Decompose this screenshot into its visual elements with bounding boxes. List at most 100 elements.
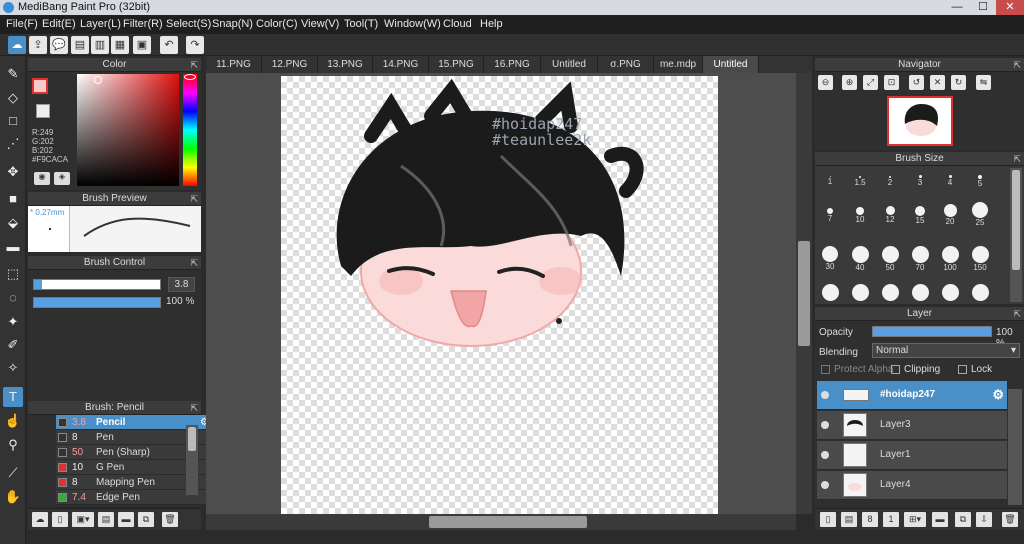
eye-icon[interactable] — [821, 451, 829, 459]
frame-icon[interactable]: ▣ — [133, 36, 151, 54]
brush-size-15[interactable]: 15 — [905, 206, 935, 226]
tab-15-png[interactable]: 15.PNG — [429, 56, 484, 73]
brush-size-150[interactable]: 150 — [965, 246, 995, 272]
flip-icon[interactable]: ⇋ — [976, 75, 991, 90]
select-rect-icon[interactable]: ⬚ — [3, 264, 23, 284]
brush-size-10[interactable]: 10 — [845, 206, 875, 226]
new-layer-icon[interactable]: ▯ — [820, 512, 836, 527]
duplicate-icon[interactable]: ⧉ — [138, 512, 154, 527]
bucket-tool-icon[interactable]: ⬙ — [3, 213, 23, 233]
add-layer-dropdown-icon[interactable]: ⊞▾ — [904, 512, 926, 527]
drawing-canvas[interactable]: #hoidap247 #teaunlee2k — [281, 76, 718, 516]
vertical-scrollbar[interactable] — [796, 73, 812, 514]
menu-edit[interactable]: Edit(E) — [42, 18, 76, 30]
pin-icon[interactable]: ⇱ — [1013, 307, 1021, 321]
gradient-tool-icon[interactable]: ▬ — [3, 237, 23, 257]
horizontal-scrollbar[interactable] — [206, 514, 796, 530]
minimize-button[interactable]: — — [944, 0, 970, 15]
rectangle-tool-icon[interactable]: □ — [3, 111, 23, 131]
blending-select[interactable]: Normal ▾ — [872, 343, 1020, 358]
eyedropper-tool-icon[interactable]: ⚲ — [3, 435, 23, 455]
cloud-brush-icon[interactable]: ☁ — [32, 512, 48, 527]
hand-tool-icon[interactable]: ✋ — [3, 487, 23, 507]
brush-size-extra-1[interactable] — [815, 284, 845, 304]
brush-size-scrollbar[interactable] — [1010, 168, 1022, 302]
redo-icon[interactable]: ↷ — [186, 36, 204, 54]
fit-window-icon[interactable]: ⤢ — [863, 75, 878, 90]
vertical-scroll-thumb[interactable] — [798, 241, 810, 346]
brush-size-1[interactable]: 1 — [815, 170, 845, 190]
menu-help[interactable]: Help — [480, 18, 503, 30]
comic-icon[interactable]: ▤ — [71, 36, 89, 54]
tab-11-png[interactable]: 11.PNG — [206, 56, 262, 73]
actual-size-icon[interactable]: ⊡ — [884, 75, 899, 90]
dot-brush-icon[interactable]: ⋰ — [3, 134, 23, 154]
menu-window[interactable]: Window(W) — [384, 18, 441, 30]
brush-size-extra-6[interactable] — [965, 284, 995, 304]
select-pen-icon[interactable]: ✐ — [3, 335, 23, 355]
brush-size-4[interactable]: 4 — [935, 170, 965, 190]
brush-size-2[interactable]: 2 — [875, 170, 905, 190]
rotate-right-icon[interactable]: ↻ — [951, 75, 966, 90]
menu-snap[interactable]: Snap(N) — [212, 18, 253, 30]
pin-icon[interactable]: ⇱ — [1013, 152, 1021, 166]
menu-color[interactable]: Color(C) — [256, 18, 298, 30]
zoom-in-icon[interactable]: ⊕ — [842, 75, 857, 90]
brush-size-extra-5[interactable] — [935, 284, 965, 304]
folder-icon[interactable]: ▬ — [118, 512, 134, 527]
operation-tool-icon[interactable]: ☝ — [3, 411, 23, 431]
pin-icon[interactable]: ⇱ — [190, 58, 198, 72]
fill-rect-icon[interactable]: ■ — [3, 189, 23, 209]
pin-icon[interactable]: ⇱ — [190, 256, 198, 270]
page-icon[interactable]: ▥ — [91, 36, 109, 54]
tab-untitled-1[interactable]: Untitled — [541, 56, 598, 73]
tab-16-png[interactable]: 16.PNG — [484, 56, 541, 73]
zoom-out-icon[interactable]: ⊖ — [818, 75, 833, 90]
merge-down-icon[interactable]: ⇩ — [976, 512, 992, 527]
brush-size-slider[interactable] — [33, 279, 161, 290]
layer-row-layer1[interactable]: Layer1 — [817, 441, 1007, 470]
gear-icon[interactable]: ⚙ — [992, 387, 1004, 403]
primary-color-swatch[interactable] — [32, 78, 48, 94]
comment-icon[interactable]: 💬 — [50, 36, 68, 54]
layer-row-layer3[interactable]: Layer3 — [817, 411, 1007, 440]
menu-layer[interactable]: Layer(L) — [80, 18, 121, 30]
lasso-tool-icon[interactable]: ◌ — [3, 288, 23, 308]
trash-icon[interactable]: 🗑 — [1002, 512, 1018, 527]
duplicate-layer-icon[interactable]: ⧉ — [955, 512, 971, 527]
brush-size-extra-4[interactable] — [905, 284, 935, 304]
color-mix-icon[interactable]: ◈ — [54, 172, 70, 185]
new-halftone-layer-icon[interactable]: ▤ — [841, 512, 857, 527]
saturation-value-picker[interactable] — [77, 74, 179, 186]
brush-size-12[interactable]: 12 — [875, 206, 905, 226]
hue-slider[interactable] — [183, 74, 197, 186]
brush-size-extra-2[interactable] — [845, 284, 875, 304]
new-8bit-layer-icon[interactable]: 8 — [862, 512, 878, 527]
pin-icon[interactable]: ⇱ — [190, 192, 198, 206]
tab-13-png[interactable]: 13.PNG — [318, 56, 373, 73]
brush-size-extra-3[interactable] — [875, 284, 905, 304]
brush-size-25[interactable]: 25 — [965, 202, 995, 227]
lock-checkbox[interactable] — [958, 365, 967, 374]
brush-size-20[interactable]: 20 — [935, 204, 965, 226]
color-picker-handle[interactable] — [94, 76, 102, 84]
brush-size-30[interactable]: 30 — [815, 246, 845, 271]
new-1bit-layer-icon[interactable]: 1 — [883, 512, 899, 527]
layer-opacity-slider[interactable] — [872, 326, 992, 337]
brush-size-7[interactable]: 7 — [815, 206, 845, 226]
tab-12-png[interactable]: 12.PNG — [262, 56, 318, 73]
brush-size-3[interactable]: 3 — [905, 170, 935, 190]
menu-select[interactable]: Select(S) — [166, 18, 211, 30]
maximize-button[interactable]: ☐ — [970, 0, 996, 15]
divide-tool-icon[interactable]: ⟋ — [3, 463, 23, 483]
tab-me-mdp[interactable]: me.mdp — [654, 56, 703, 73]
layer-folder-icon[interactable]: ▬ — [932, 512, 948, 527]
tab-14-png[interactable]: 14.PNG — [373, 56, 429, 73]
brush-size-50[interactable]: 50 — [875, 246, 905, 272]
move-tool-icon[interactable]: ✥ — [3, 162, 23, 182]
grid-icon[interactable]: ▦ — [111, 36, 129, 54]
scroll-thumb[interactable] — [1012, 170, 1020, 270]
brush-size-40[interactable]: 40 — [845, 246, 875, 272]
layer-scrollbar[interactable] — [1008, 389, 1022, 505]
share-icon[interactable]: ⇪ — [29, 36, 47, 54]
